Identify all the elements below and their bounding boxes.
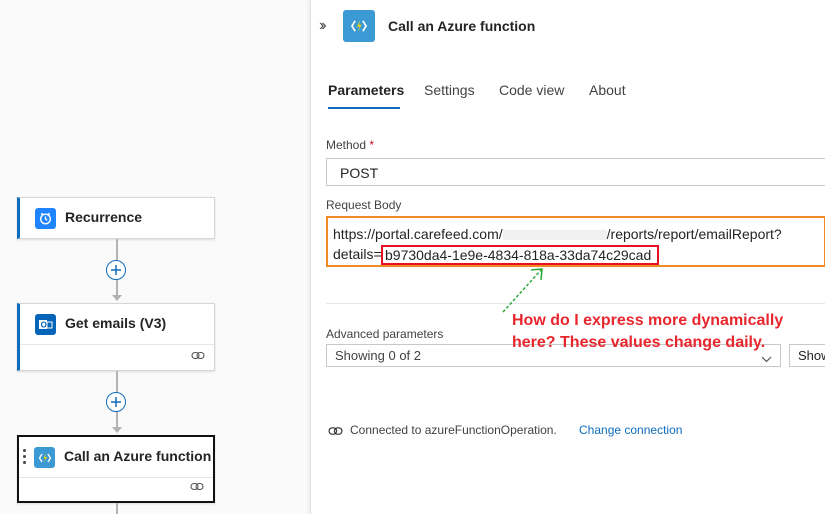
connector-line <box>116 239 118 260</box>
flow-canvas: Recurrence O Get emails (V3) Call an Azu… <box>0 0 310 514</box>
connection-status-text: Connected to azureFunctionOperation. <box>350 423 557 437</box>
add-step-button[interactable] <box>106 392 126 412</box>
dropdown-value: Showing 0 of 2 <box>335 348 422 363</box>
tab-about[interactable]: About <box>589 82 626 98</box>
request-body-label: Request Body <box>326 198 402 212</box>
plus-icon <box>111 397 121 407</box>
annotation-question: How do I express more dynamically here? … <box>512 312 784 351</box>
node-label-call-azure-function: Call an Azure function <box>64 448 212 464</box>
section-divider <box>326 303 825 304</box>
active-tab-indicator <box>328 107 400 109</box>
request-body-url-line: https://portal.carefeed.com//reports/rep… <box>333 226 782 242</box>
panel-title: Call an Azure function <box>388 18 536 34</box>
azure-function-icon <box>343 10 375 42</box>
node-divider <box>20 344 214 345</box>
tab-settings[interactable]: Settings <box>424 82 475 98</box>
node-label-recurrence: Recurrence <box>65 209 143 225</box>
method-field[interactable]: POST <box>326 158 825 186</box>
drag-handle-icon[interactable] <box>23 449 26 467</box>
link-icon <box>328 423 343 441</box>
connector-line <box>116 280 118 296</box>
method-value: POST <box>340 165 379 181</box>
link-icon <box>191 347 205 365</box>
required-mark: * <box>369 138 375 152</box>
tab-parameters[interactable]: Parameters <box>328 82 404 98</box>
azure-function-icon <box>34 447 55 468</box>
connector-arrow-icon <box>112 295 122 301</box>
node-label-get-emails: Get emails (V3) <box>65 315 167 331</box>
svg-text:O: O <box>41 321 47 330</box>
method-label: Method * <box>326 138 375 152</box>
add-step-button[interactable] <box>106 260 126 280</box>
change-connection-link[interactable]: Change connection <box>579 423 682 437</box>
collapse-panel-icon[interactable]: ›› <box>319 17 326 35</box>
get-emails-node[interactable]: O Get emails (V3) <box>17 303 215 371</box>
clock-icon <box>35 208 56 229</box>
connector-line <box>116 412 118 428</box>
tab-code-view[interactable]: Code view <box>499 82 564 98</box>
outlook-icon: O <box>35 314 56 335</box>
request-body-field[interactable]: https://portal.carefeed.com//reports/rep… <box>326 216 825 267</box>
call-azure-function-node[interactable]: Call an Azure function <box>17 435 215 503</box>
request-body-details-line: details= <box>333 246 382 262</box>
link-icon <box>190 478 204 496</box>
connector-line <box>116 503 118 514</box>
connector-arrow-icon <box>112 427 122 433</box>
connector-line <box>116 371 118 392</box>
node-divider <box>19 477 213 478</box>
action-details-panel: ›› Call an Azure function Parameters Set… <box>310 0 825 514</box>
redacted-segment <box>502 230 607 241</box>
recurrence-node[interactable]: Recurrence <box>17 197 215 239</box>
plus-icon <box>111 265 121 275</box>
advanced-parameters-label: Advanced parameters <box>326 327 444 341</box>
